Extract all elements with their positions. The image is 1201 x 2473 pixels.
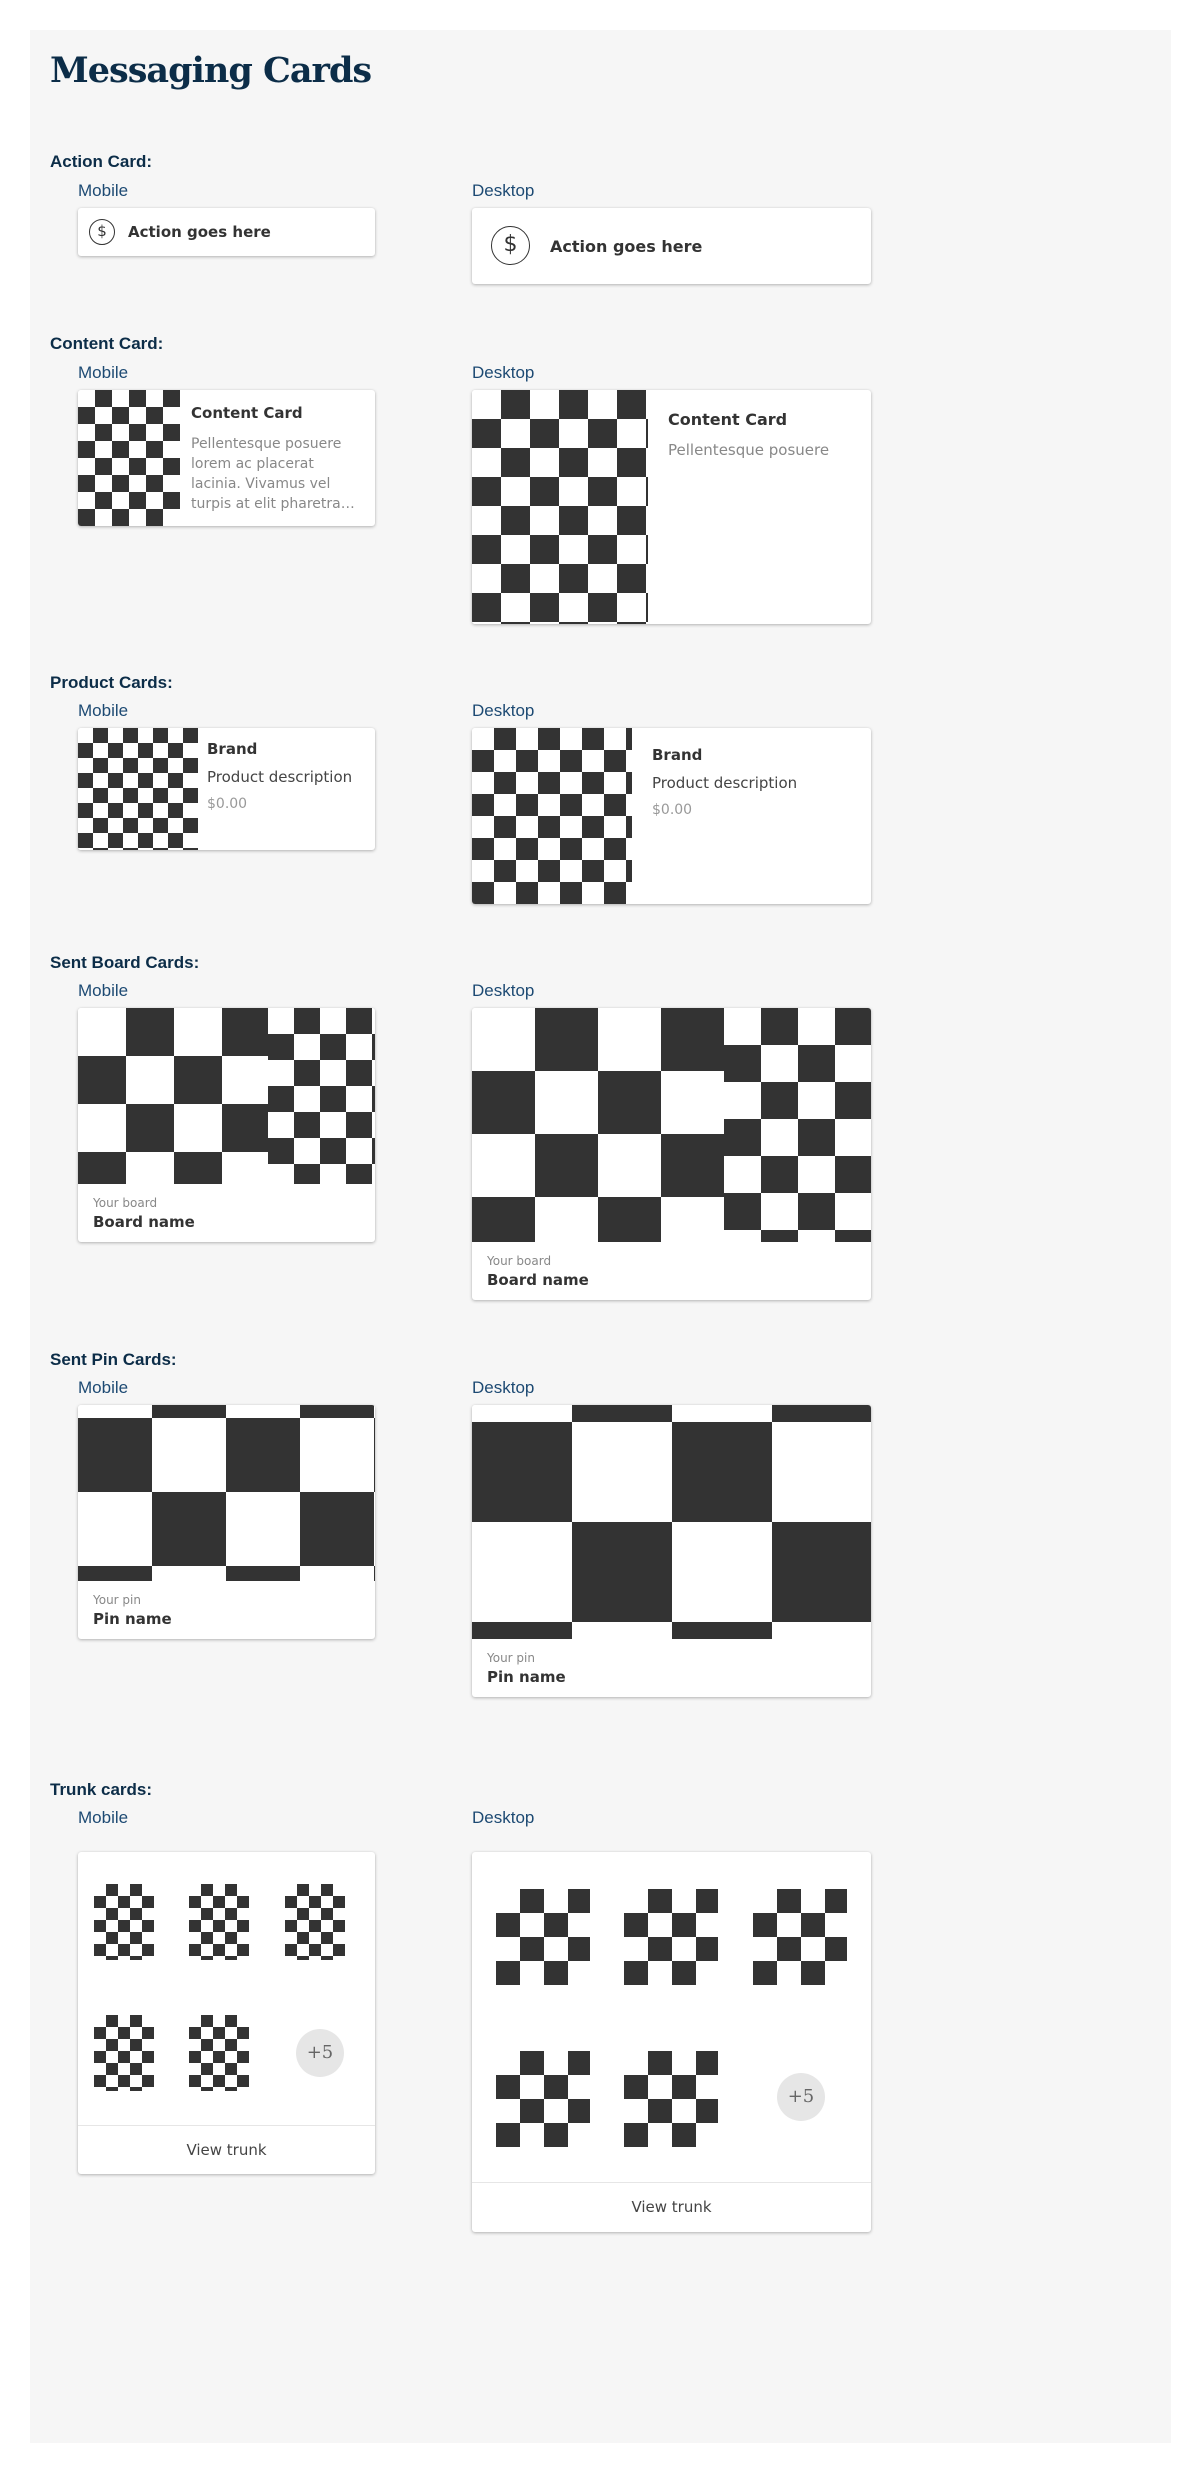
board-image-small	[724, 1008, 871, 1242]
pin-image	[78, 1405, 375, 1581]
product-image	[78, 728, 198, 850]
product-card-mobile[interactable]: Brand Product description $0.00	[78, 728, 375, 850]
trunk-pin-thumbnail	[189, 2015, 249, 2091]
product-card-desktop[interactable]: Brand Product description $0.00	[472, 728, 871, 904]
trunk-pin-thumbnail	[624, 2051, 718, 2147]
section-title-product: Product Cards:	[50, 673, 173, 692]
board-name: Board name	[93, 1213, 195, 1231]
desktop-label: Desktop	[472, 1808, 535, 1827]
trunk-pin-thumbnail	[496, 1889, 590, 1985]
desktop-label: Desktop	[472, 181, 535, 200]
board-label: Your board	[487, 1254, 552, 1268]
trunk-pin-thumbnail	[753, 1889, 847, 1985]
board-image-small	[268, 1008, 375, 1184]
pin-label: Your pin	[93, 1593, 141, 1607]
section-title-sent-pin: Sent Pin Cards:	[50, 1350, 177, 1369]
pin-card-desktop[interactable]: Your pin Pin name	[472, 1405, 871, 1697]
board-card-desktop[interactable]: Your board Board name	[472, 1008, 871, 1300]
desktop-label: Desktop	[472, 701, 535, 720]
product-brand: Brand	[207, 740, 258, 758]
content-card-body: Pellentesque posuere	[668, 441, 830, 459]
mobile-label: Mobile	[78, 1378, 129, 1397]
content-card-body: Pellentesque posuere lorem ac placerat l…	[191, 436, 355, 512]
more-pins-count: +5	[777, 2073, 825, 2121]
content-card-title: Content Card	[668, 410, 788, 429]
product-brand: Brand	[652, 746, 703, 764]
dollar-icon: $	[89, 219, 115, 245]
section-title-trunk: Trunk cards:	[50, 1780, 153, 1799]
board-card-mobile[interactable]: Your board Board name	[78, 1008, 375, 1242]
board-image-large	[78, 1008, 268, 1184]
trunk-pin-thumbnail	[94, 2015, 154, 2091]
mobile-label: Mobile	[78, 981, 129, 1000]
page-title: Messaging Cards	[50, 50, 372, 91]
view-trunk-button[interactable]: View trunk	[78, 2126, 375, 2174]
trunk-pin-thumbnail	[285, 1884, 345, 1960]
content-card-title: Content Card	[191, 404, 303, 422]
desktop-label: Desktop	[472, 1378, 535, 1397]
action-card-mobile[interactable]: $ Action goes here	[78, 208, 375, 256]
action-text: Action goes here	[550, 237, 703, 256]
mobile-label: Mobile	[78, 181, 129, 200]
trunk-card-desktop[interactable]: +5 View trunk	[472, 1852, 871, 2232]
pin-name: Pin name	[487, 1668, 566, 1686]
product-description: Product description	[652, 774, 798, 792]
desktop-label: Desktop	[472, 981, 535, 1000]
board-name: Board name	[487, 1271, 589, 1289]
mobile-label: Mobile	[78, 363, 129, 382]
section-title-action: Action Card:	[50, 152, 152, 171]
pin-name: Pin name	[93, 1610, 172, 1628]
product-description: Product description	[207, 768, 353, 786]
trunk-pin-thumbnail	[624, 1889, 718, 1985]
content-card-desktop[interactable]: Content Card Pellentesque posuere	[472, 390, 871, 624]
product-image	[472, 728, 632, 904]
product-price: $0.00	[207, 796, 248, 812]
board-image-large	[472, 1008, 724, 1242]
pin-card-mobile[interactable]: Your pin Pin name	[78, 1405, 375, 1639]
action-text: Action goes here	[128, 223, 271, 241]
view-trunk-button[interactable]: View trunk	[472, 2182, 871, 2232]
content-image	[472, 390, 648, 624]
product-price: $0.00	[652, 802, 693, 818]
board-label: Your board	[93, 1196, 158, 1210]
desktop-label: Desktop	[472, 363, 535, 382]
trunk-pin-thumbnail	[94, 1884, 154, 1960]
mobile-label: Mobile	[78, 1808, 129, 1827]
content-image	[78, 390, 180, 526]
dollar-icon: $	[491, 226, 530, 265]
trunk-pin-thumbnail	[496, 2051, 590, 2147]
trunk-pin-thumbnail	[189, 1884, 249, 1960]
trunk-card-mobile[interactable]: +5 View trunk	[78, 1852, 375, 2174]
action-card-desktop[interactable]: $ Action goes here	[472, 208, 871, 284]
more-pins-count: +5	[296, 2029, 344, 2077]
pin-label: Your pin	[487, 1651, 535, 1665]
pin-image	[472, 1405, 871, 1639]
section-title-sent-board: Sent Board Cards:	[50, 953, 200, 972]
content-card-mobile[interactable]: Content Card Pellentesque posuere lorem …	[78, 390, 375, 526]
section-title-content: Content Card:	[50, 334, 164, 353]
mobile-label: Mobile	[78, 701, 129, 720]
